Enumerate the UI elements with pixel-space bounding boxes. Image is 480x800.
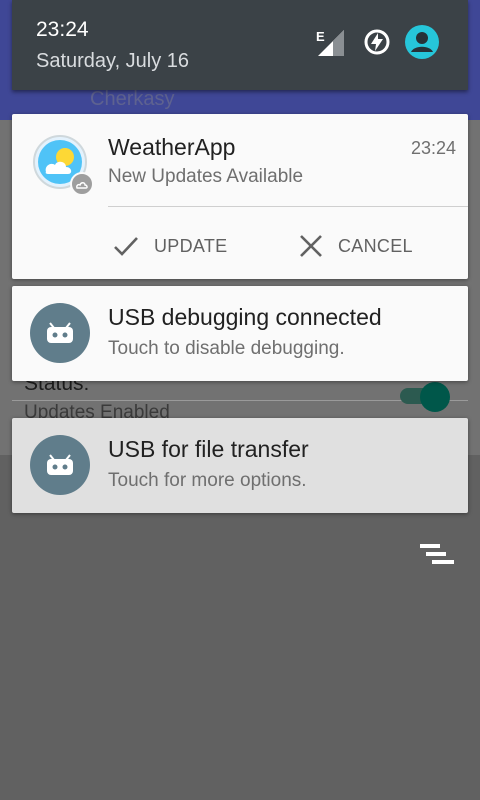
city-name: Cherkasy [90,88,175,110]
weatherapp-notification[interactable]: WeatherApp 23:24 New Updates Available U… [12,114,468,279]
update-label: UPDATE [154,235,228,256]
user-account-icon[interactable] [404,24,440,60]
weather-badge-icon [70,172,94,196]
usb-file-transfer-notification[interactable]: USB for file transfer Touch for more opt… [12,418,468,513]
notification-time: 23:24 [410,138,456,158]
notification-header: 23:24 Saturday, July 16 E [12,0,468,90]
notification-app-name: WeatherApp [108,134,236,160]
cancel-button[interactable]: CANCEL [298,228,413,264]
cancel-label: CANCEL [338,235,413,256]
usb-debugging-notification[interactable]: USB debugging connected Touch to disable… [12,286,468,381]
toggle-thumb [420,382,450,412]
divider [12,400,468,401]
svg-text:E: E [316,29,325,44]
notification-text: Touch to disable debugging. [108,338,345,359]
notification-title: USB debugging connected [108,304,382,330]
header-time: 23:24 [36,18,89,41]
notification-text: Touch for more options. [108,470,307,491]
check-icon [114,237,138,256]
notification-text: New Updates Available [108,166,304,187]
android-usb-icon [30,435,90,495]
battery-charging-icon[interactable] [362,27,392,57]
signal-e-icon: E [316,29,344,56]
clear-all-icon[interactable] [418,542,458,572]
android-debug-icon [30,303,90,363]
notification-title: USB for file transfer [108,436,309,462]
notification-divider [108,206,468,207]
update-button[interactable]: UPDATE [112,228,227,264]
header-date[interactable]: Saturday, July 16 [36,50,189,73]
close-icon [300,235,322,257]
